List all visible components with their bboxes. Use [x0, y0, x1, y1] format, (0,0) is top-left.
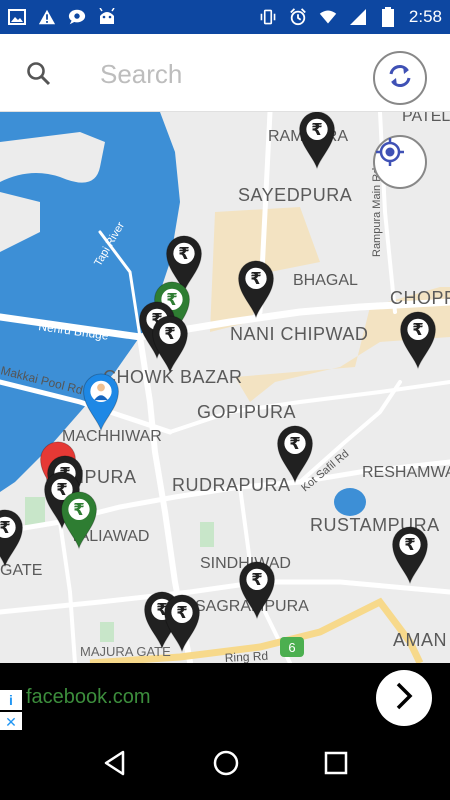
- svg-text:₹: ₹: [164, 324, 175, 343]
- area-label-reshamwa: RESHAMWA: [362, 464, 450, 481]
- svg-text:₹: ₹: [412, 320, 423, 339]
- alarm-icon: [289, 8, 307, 26]
- svg-text:₹: ₹: [73, 500, 84, 519]
- area-label-nani-chipwad: NANI CHIPWAD: [230, 324, 369, 344]
- atm-marker[interactable]: ₹: [237, 560, 277, 620]
- user-location-marker[interactable]: [81, 372, 121, 432]
- recents-icon: [324, 751, 347, 774]
- svg-text:₹: ₹: [311, 120, 322, 139]
- svg-text:₹: ₹: [289, 434, 300, 453]
- home-icon: [213, 750, 239, 775]
- image-icon: [8, 8, 26, 26]
- area-label-aman: AMAN: [393, 630, 448, 650]
- wifi-icon: [319, 8, 337, 26]
- area-label-gopipura: GOPIPURA: [197, 402, 297, 422]
- area-label-bhagal: BHAGAL: [293, 272, 358, 289]
- svg-text:₹: ₹: [250, 269, 261, 288]
- svg-text:₹: ₹: [404, 535, 415, 554]
- my-location-button[interactable]: [373, 135, 427, 189]
- map-view[interactable]: 6 Tapi River Nehru Bridge Makkai Pool Rd…: [0, 112, 450, 663]
- search-icon[interactable]: [26, 61, 52, 92]
- search-bar: [0, 34, 450, 112]
- lake-water: [334, 488, 366, 516]
- back-button[interactable]: [101, 749, 129, 782]
- area-label-patel: PATEL: [402, 112, 450, 125]
- atm-marker[interactable]: ₹: [297, 112, 337, 170]
- ad-close-icon[interactable]: ✕: [0, 712, 22, 732]
- vibrate-icon: [259, 8, 277, 26]
- ad-text[interactable]: facebook.com: [26, 686, 151, 709]
- atm-marker[interactable]: ₹: [0, 508, 25, 568]
- status-time: 2:58: [408, 7, 442, 26]
- svg-text:₹: ₹: [176, 603, 187, 622]
- area-label-sayedpura: SAYEDPURA: [238, 185, 353, 205]
- alert-icon: [38, 8, 56, 26]
- refresh-button[interactable]: [373, 51, 427, 105]
- recents-button[interactable]: [323, 750, 349, 781]
- atm-marker[interactable]: ₹: [59, 490, 99, 550]
- refresh-icon: [385, 61, 415, 96]
- atm-marker[interactable]: ₹: [398, 310, 438, 370]
- svg-text:₹: ₹: [0, 518, 11, 537]
- android-icon: [98, 8, 116, 26]
- signal-icon: [349, 8, 367, 26]
- home-button[interactable]: [212, 749, 240, 782]
- park-area: [100, 622, 114, 642]
- status-bar: 2:58: [0, 0, 450, 34]
- svg-text:₹: ₹: [178, 244, 189, 263]
- chevron-right-icon: [392, 681, 416, 716]
- back-icon: [105, 750, 125, 775]
- atm-marker[interactable]: ₹: [390, 525, 430, 585]
- atm-marker[interactable]: ₹: [150, 314, 190, 374]
- ad-info-icon[interactable]: i: [0, 690, 22, 710]
- atm-marker[interactable]: ₹: [275, 424, 315, 484]
- atm-marker[interactable]: ₹: [162, 593, 202, 653]
- route-6-label: 6: [288, 640, 295, 655]
- ad-open-button[interactable]: [376, 670, 432, 726]
- park-area: [200, 522, 214, 547]
- search-input[interactable]: [100, 56, 350, 92]
- ring-rd-label: Ring Rd: [224, 649, 268, 663]
- area-label-chopra: CHOPRA: [390, 288, 450, 308]
- atm-marker[interactable]: ₹: [236, 259, 276, 319]
- system-nav-bar: [0, 730, 450, 800]
- chat-icon: [68, 8, 86, 26]
- svg-text:₹: ₹: [251, 570, 262, 589]
- battery-icon: [379, 7, 397, 27]
- area-label-rudrapura: RUDRAPURA: [172, 475, 291, 495]
